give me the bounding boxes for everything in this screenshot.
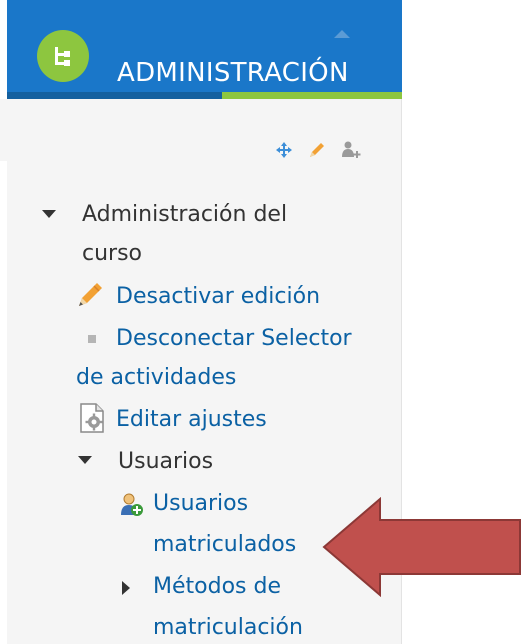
settings-document-icon — [77, 402, 107, 438]
activity-chooser-link[interactable]: Desconectar Selector — [116, 325, 352, 353]
turn-editing-off-link[interactable]: Desactivar edición — [116, 283, 320, 311]
collapsed-arrow-icon[interactable] — [122, 581, 130, 595]
activity-chooser-link-cont[interactable]: de actividades — [76, 364, 236, 392]
content-gap — [0, 99, 7, 161]
tree-item-users[interactable]: Usuarios — [118, 448, 213, 476]
block-header: ADMINISTRACIÓN — [7, 0, 402, 99]
tree-item-course-admin[interactable]: Administración del — [82, 201, 287, 229]
edit-icon[interactable] — [307, 140, 327, 164]
collapse-icon[interactable] — [334, 30, 350, 38]
enrolment-methods-link[interactable]: Métodos de — [153, 573, 281, 601]
header-underline-green — [222, 92, 402, 99]
left-strip — [0, 0, 7, 644]
expanded-arrow-icon[interactable] — [78, 456, 92, 464]
assign-roles-icon[interactable] — [341, 140, 361, 164]
enrolled-users-icon — [120, 492, 144, 522]
enrolled-users-link-cont[interactable]: matriculados — [153, 531, 296, 559]
move-icon[interactable] — [275, 141, 293, 163]
edit-settings-link[interactable]: Editar ajustes — [116, 406, 267, 434]
callout-arrow-icon — [322, 497, 521, 597]
dock-tree-icon[interactable] — [37, 30, 89, 82]
tree-item-course-admin-cont[interactable]: curso — [82, 240, 142, 268]
block-title: ADMINISTRACIÓN — [117, 58, 349, 88]
pencil-icon — [76, 279, 106, 313]
enrolment-methods-link-cont[interactable]: matriculación — [153, 614, 303, 642]
block-controls — [275, 140, 361, 164]
expanded-arrow-icon[interactable] — [42, 210, 56, 218]
bullet-icon — [88, 335, 96, 343]
enrolled-users-link[interactable]: Usuarios — [153, 490, 248, 518]
header-underline-gray — [7, 92, 222, 99]
